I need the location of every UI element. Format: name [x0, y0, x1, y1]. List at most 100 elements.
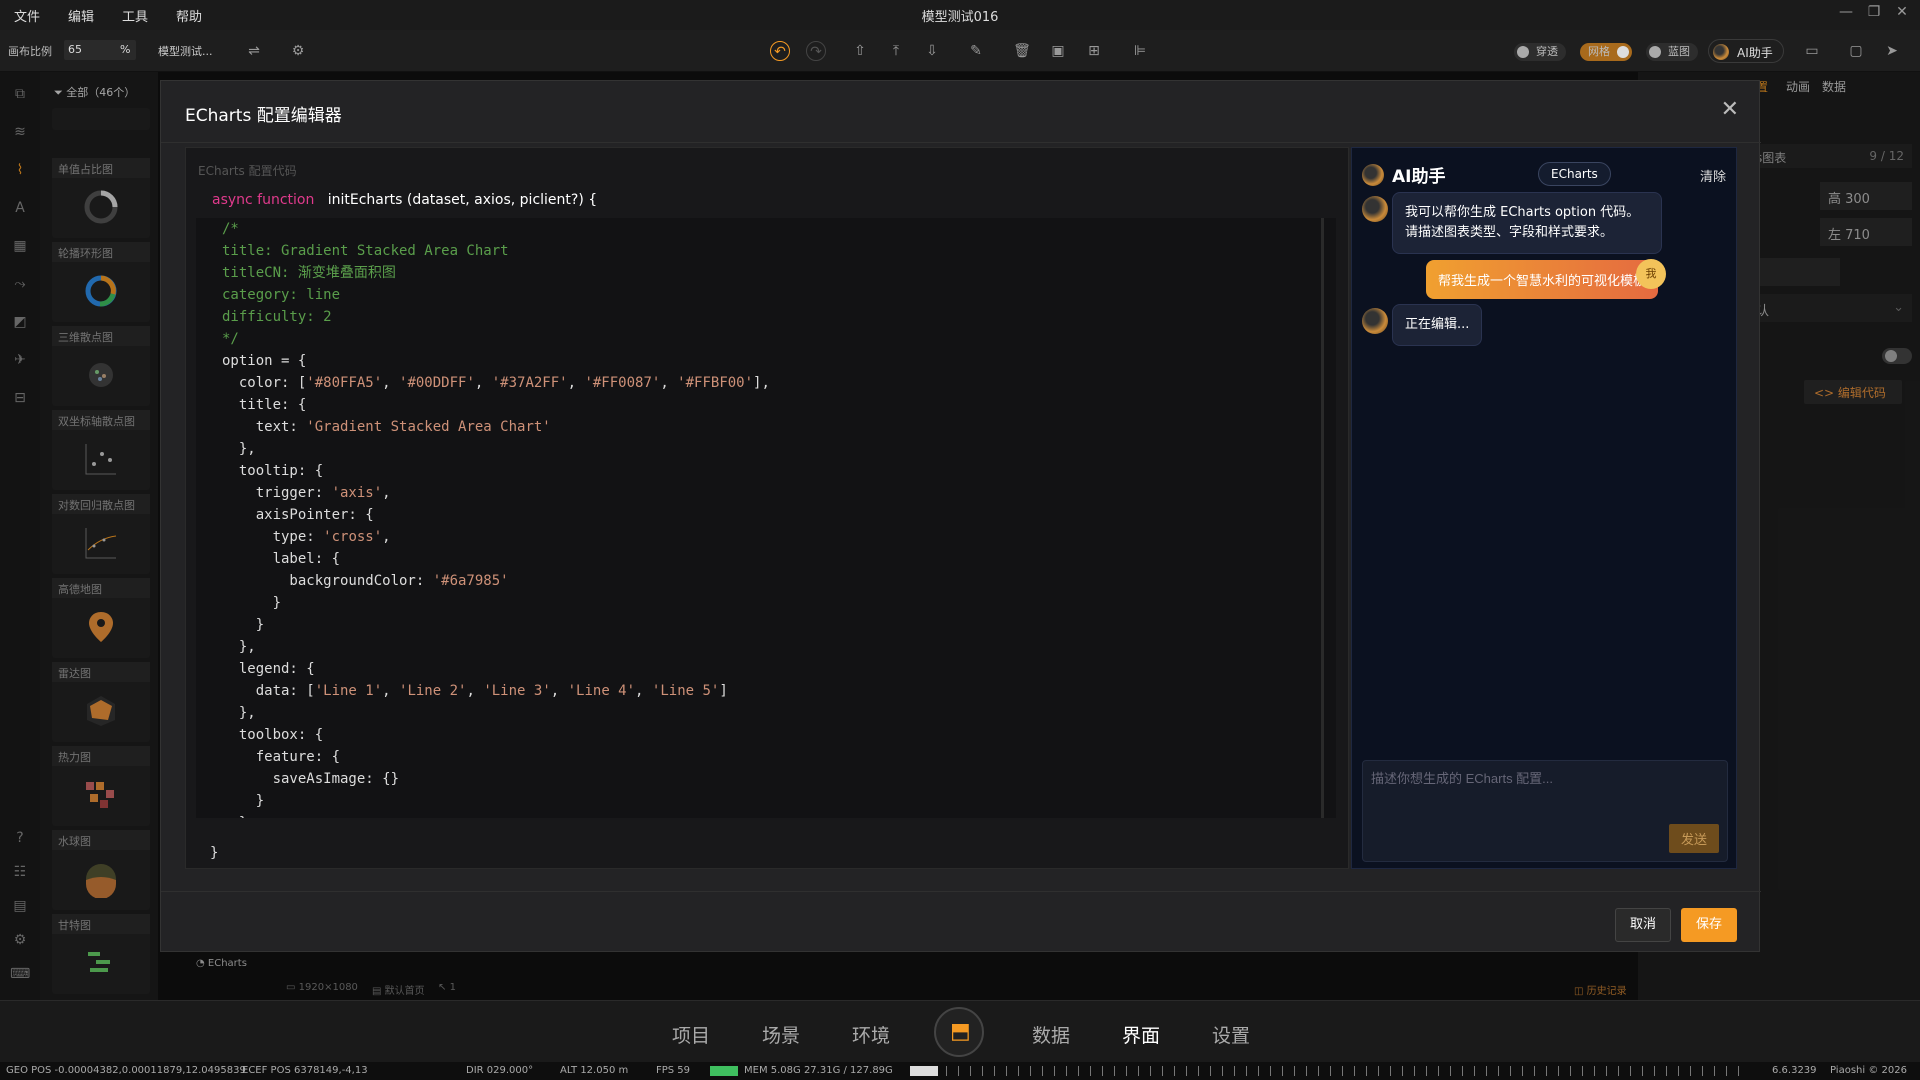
editor-scrollbar[interactable] [1321, 218, 1324, 818]
nav-project[interactable]: 项目 [672, 1021, 710, 1048]
code-line: toolbox: { [222, 727, 324, 743]
toggle-knob [1617, 46, 1629, 58]
project-name[interactable]: 模型测试... [158, 43, 213, 59]
cancel-button[interactable]: 取消 [1615, 908, 1671, 942]
copyright: Piaoshi © 2026 [1830, 1065, 1907, 1076]
gear-icon[interactable]: ⚙ [288, 41, 308, 61]
code-text[interactable]: /* title: Gradient Stacked Area Chart titl… [222, 218, 770, 818]
ungroup-icon[interactable]: ⊞ [1084, 41, 1104, 61]
align-icon[interactable]: ⊫ [1130, 41, 1150, 61]
code-line: saveAsImage: {} [222, 771, 400, 787]
alt-readout: ALT 12.050 m [560, 1065, 629, 1076]
code-line: color: ['#80FFA5', '#00DDFF', '#37A2FF',… [222, 375, 770, 391]
toggle-blueprint[interactable]: 蓝图 [1646, 43, 1698, 61]
ai-status-message: 正在编辑... [1392, 304, 1483, 346]
version: 6.6.3239 [1772, 1065, 1817, 1076]
undo-icon[interactable]: ↶ [770, 41, 790, 61]
code-line: title: Gradient Stacked Area Chart [222, 243, 509, 259]
echarts-chip[interactable]: ECharts [1538, 162, 1611, 186]
download-icon[interactable]: ⇩ [922, 41, 942, 61]
ai-prompt-input[interactable] [1371, 767, 1711, 789]
nav-scene[interactable]: 场景 [762, 1021, 800, 1048]
clear-button[interactable]: 清除 [1700, 166, 1726, 185]
code-line: legend: { [222, 661, 315, 677]
nav-environment[interactable]: 环境 [852, 1021, 890, 1048]
ai-assistant-label: AI助手 [1737, 46, 1773, 60]
settings-sliders-icon[interactable]: ⇌ [244, 41, 264, 61]
mem-readout: MEM 5.08G 27.31G / 127.89G [744, 1065, 893, 1076]
nav-home-button[interactable]: ⬒ [934, 1007, 984, 1057]
dialog-header: ECharts 配置编辑器 ✕ [161, 81, 1761, 143]
ai-input-box: 发送 [1362, 760, 1728, 862]
user-message: 帮我生成一个智慧水利的可视化模板 [1426, 260, 1659, 299]
restore-icon[interactable]: ❐ [1860, 4, 1888, 20]
delete-icon[interactable]: 🗑 [1012, 41, 1032, 61]
code-line: }, [222, 639, 256, 655]
ai-avatar-icon [1362, 308, 1388, 334]
menu-bar: 文件 编辑 工具 帮助 [0, 0, 1920, 30]
nav-settings[interactable]: 设置 [1212, 1021, 1250, 1048]
close-icon[interactable]: ✕ [1721, 97, 1739, 122]
menu-tools[interactable]: 工具 [108, 6, 162, 25]
save-icon[interactable]: ▭ [1802, 41, 1822, 61]
dir-readout: DIR 029.000° [466, 1065, 534, 1076]
publish-icon[interactable]: ➤ [1882, 41, 1902, 61]
code-line: category: line [222, 287, 341, 303]
close-window-icon[interactable]: ✕ [1888, 4, 1916, 20]
code-line: }, [222, 441, 256, 457]
ai-assistant-button[interactable]: AI助手 [1708, 39, 1784, 63]
nav-data[interactable]: 数据 [1032, 1021, 1070, 1048]
code-line: } [222, 617, 265, 633]
scale-label: 画布比例 [8, 45, 52, 58]
fps-meter [710, 1066, 738, 1076]
menu-file[interactable]: 文件 [0, 6, 54, 25]
code-line: difficulty: 2 [222, 309, 332, 325]
code-line: text: 'Gradient Stacked Area Chart' [222, 419, 551, 435]
toggle-through[interactable]: 穿透 [1514, 43, 1566, 61]
closing-brace: } [210, 845, 219, 861]
code-line: titleCN: 渐变堆叠面积图 [222, 265, 396, 281]
bottom-nav: 项目 场景 环境 ⬒ 数据 界面 设置 [0, 1000, 1920, 1062]
group-icon[interactable]: ▣ [1048, 41, 1068, 61]
toolbar: 画布比例 65 % 模型测试... ⇌ ⚙ ↶ ↷ ⇧ ⤒ ⇩ ✎ 🗑 ▣ ⊞ … [0, 30, 1920, 72]
monitor-icon[interactable]: ▢ [1846, 41, 1866, 61]
function-keyword: async function [212, 192, 315, 208]
code-line: option = { [222, 353, 307, 369]
ai-title: AI助手 [1392, 167, 1446, 187]
menu-edit[interactable]: 编辑 [54, 6, 108, 25]
ai-message: 我可以帮你生成 ECharts option 代码。请描述图表类型、字段和样式要… [1392, 192, 1662, 254]
home-logo-icon: ⬒ [950, 1019, 971, 1044]
code-editor[interactable]: /* title: Gradient Stacked Area Chart titl… [196, 218, 1336, 818]
save-button[interactable]: 保存 [1681, 908, 1737, 942]
dialog-footer: 取消 保存 [161, 891, 1761, 953]
user-avatar: 我 [1636, 259, 1666, 289]
nav-interface[interactable]: 界面 [1122, 1021, 1160, 1048]
code-line: axisPointer: { [222, 507, 374, 523]
ai-avatar-icon [1362, 164, 1384, 186]
dialog-title: ECharts 配置编辑器 [185, 106, 342, 126]
minimize-icon[interactable]: — [1832, 4, 1860, 20]
brush-icon[interactable]: ✎ [966, 41, 986, 61]
redo-icon[interactable]: ↷ [806, 41, 826, 61]
toggle-through-label: 穿透 [1536, 45, 1558, 58]
code-line: /* [222, 221, 239, 237]
scale-input[interactable]: 65 % [64, 40, 136, 60]
menu-help[interactable]: 帮助 [162, 6, 216, 25]
code-line: }, [222, 812, 770, 818]
toggle-grid[interactable]: 网格 [1580, 43, 1632, 61]
code-line: data: ['Line 1', 'Line 2', 'Line 3', 'Li… [222, 683, 728, 699]
send-button[interactable]: 发送 [1668, 824, 1719, 853]
code-line: backgroundColor: '#6a7985' [222, 573, 509, 589]
top-icon[interactable]: ⤒ [886, 41, 906, 61]
code-panel: ECharts 配置代码 async function initEcharts … [185, 147, 1349, 869]
code-line: */ [222, 331, 239, 347]
scale-unit: % [120, 43, 131, 56]
upload-icon[interactable]: ⇧ [850, 41, 870, 61]
toggle-blueprint-label: 蓝图 [1668, 45, 1690, 58]
compass-ruler [946, 1066, 1746, 1076]
fps-readout: FPS 59 [656, 1065, 691, 1076]
code-line: trigger: 'axis', [222, 485, 391, 501]
toggle-knob [1517, 46, 1529, 58]
code-line: feature: { [222, 749, 341, 765]
ai-assistant-panel: AI助手 ECharts 清除 我可以帮你生成 ECharts option 代… [1351, 147, 1737, 869]
